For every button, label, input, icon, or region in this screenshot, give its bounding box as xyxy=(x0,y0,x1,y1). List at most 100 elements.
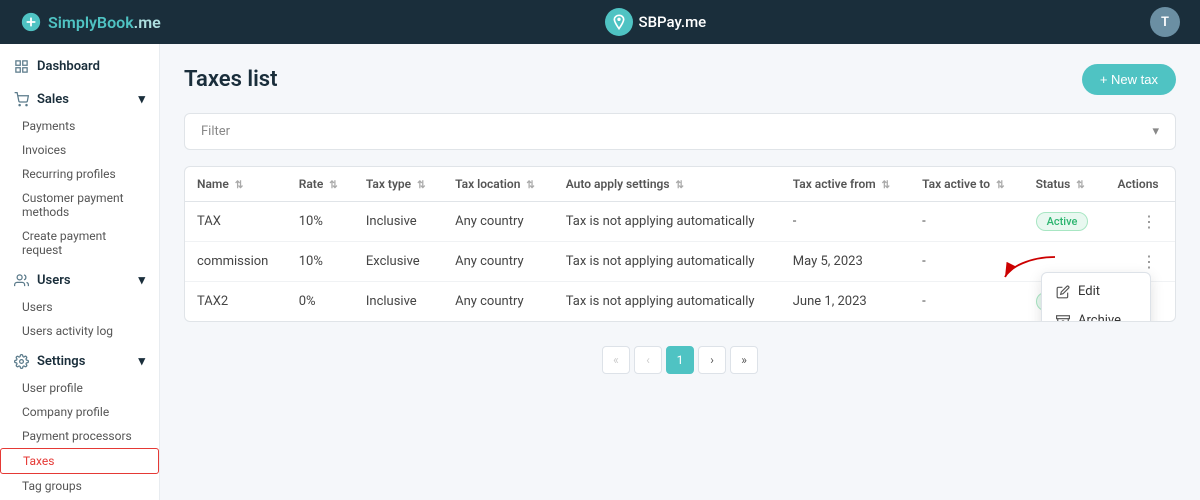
pagination-prev[interactable]: ‹ xyxy=(634,346,662,374)
sort-icon: ⇅ xyxy=(526,180,534,191)
cell-auto-apply: Tax is not applying automatically xyxy=(554,242,781,282)
col-tax-location[interactable]: Tax location ⇅ xyxy=(443,167,554,202)
archive-action[interactable]: Archive xyxy=(1042,306,1150,322)
sidebar-item-payments[interactable]: Payments xyxy=(0,114,159,138)
sidebar-item-invoices[interactable]: Invoices xyxy=(0,138,159,162)
table-row: TAX2 0% Inclusive Any country Tax is not… xyxy=(185,282,1175,322)
sort-icon: ⇅ xyxy=(882,180,890,191)
actions-dropdown: Edit Archive xyxy=(1041,272,1151,322)
sort-icon: ⇅ xyxy=(1076,180,1084,191)
cell-rate: 0% xyxy=(287,282,354,322)
logo[interactable]: SimplyBook.me xyxy=(20,11,161,33)
table-row: TAX 10% Inclusive Any country Tax is not… xyxy=(185,202,1175,242)
col-rate[interactable]: Rate ⇅ xyxy=(287,167,354,202)
dashboard-icon xyxy=(14,59,29,74)
main-content: Taxes list + New tax Filter ▾ Name ⇅ Rat… xyxy=(160,44,1200,500)
cell-rate: 10% xyxy=(287,242,354,282)
chevron-down-icon: ▾ xyxy=(138,354,145,369)
taxes-table: Name ⇅ Rate ⇅ Tax type ⇅ Tax location ⇅ … xyxy=(184,166,1176,322)
col-tax-type[interactable]: Tax type ⇅ xyxy=(354,167,443,202)
sidebar-item-taxes[interactable]: Taxes xyxy=(0,448,159,474)
pagination-current[interactable]: 1 xyxy=(666,346,694,374)
edit-action[interactable]: Edit xyxy=(1042,277,1150,306)
sidebar-item-payment-processors[interactable]: Payment processors xyxy=(0,424,159,448)
chevron-down-icon: ▾ xyxy=(138,92,145,107)
col-active-to[interactable]: Tax active to ⇅ xyxy=(910,167,1023,202)
cell-active-from: June 1, 2023 xyxy=(781,282,910,322)
edit-label: Edit xyxy=(1078,284,1100,299)
col-active-from[interactable]: Tax active from ⇅ xyxy=(781,167,910,202)
row-actions-button[interactable]: ⋮ xyxy=(1135,250,1163,273)
edit-icon xyxy=(1056,285,1070,299)
sidebar-item-recurring[interactable]: Recurring profiles xyxy=(0,162,159,186)
cell-name: TAX2 xyxy=(185,282,287,322)
sidebar-section-dashboard: Dashboard xyxy=(0,52,159,81)
sidebar-users-label: Users xyxy=(37,273,71,288)
logo-text: SimplyBook.me xyxy=(48,13,161,32)
cell-active-from: May 5, 2023 xyxy=(781,242,910,282)
chevron-down-icon: ▾ xyxy=(138,273,145,288)
pagination: « ‹ 1 › » xyxy=(184,338,1176,382)
filter-chevron-icon: ▾ xyxy=(1152,124,1159,139)
cell-tax-type: Inclusive xyxy=(354,202,443,242)
cell-actions: ⋮ xyxy=(1106,202,1176,242)
sidebar: Dashboard Sales ▾ Payments Invoices Recu… xyxy=(0,44,160,500)
filter-bar[interactable]: Filter ▾ xyxy=(184,113,1176,150)
pagination-first[interactable]: « xyxy=(602,346,630,374)
sort-icon: ⇅ xyxy=(676,180,684,191)
sidebar-item-tag-groups[interactable]: Tag groups xyxy=(0,474,159,498)
sidebar-item-dashboard[interactable]: Dashboard xyxy=(0,52,159,81)
sidebar-item-create-payment[interactable]: Create payment request xyxy=(0,224,159,262)
sort-icon: ⇅ xyxy=(329,180,337,191)
sidebar-item-user-profile[interactable]: User profile xyxy=(0,376,159,400)
cell-active-to: - xyxy=(910,242,1023,282)
page-title: Taxes list xyxy=(184,67,277,92)
main-layout: Dashboard Sales ▾ Payments Invoices Recu… xyxy=(0,44,1200,500)
sort-icon: ⇅ xyxy=(235,180,243,191)
sort-icon: ⇅ xyxy=(417,180,425,191)
sbpay-label: SBPay.me xyxy=(639,13,707,31)
archive-icon xyxy=(1056,314,1070,323)
new-tax-button[interactable]: + New tax xyxy=(1082,64,1176,95)
sidebar-item-activity-log[interactable]: Users activity log xyxy=(0,319,159,343)
user-avatar[interactable]: T xyxy=(1150,7,1180,37)
top-navigation: SimplyBook.me SBPay.me T xyxy=(0,0,1200,44)
sidebar-header-settings[interactable]: Settings ▾ xyxy=(0,347,159,376)
cell-name: TAX xyxy=(185,202,287,242)
settings-icon xyxy=(14,354,29,369)
sidebar-header-sales[interactable]: Sales ▾ xyxy=(0,85,159,114)
cell-actions: ⋮ Edit Archive xyxy=(1106,242,1176,282)
filter-label: Filter xyxy=(201,124,230,139)
cell-tax-type: Exclusive xyxy=(354,242,443,282)
pagination-last[interactable]: » xyxy=(730,346,758,374)
cell-status: Active xyxy=(1024,202,1106,242)
sort-icon: ⇅ xyxy=(996,180,1004,191)
table-row: commission 10% Exclusive Any country Tax… xyxy=(185,242,1175,282)
row-actions-button[interactable]: ⋮ xyxy=(1135,210,1163,233)
brand-center: SBPay.me xyxy=(605,8,707,36)
sidebar-section-settings: Settings ▾ User profile Company profile … xyxy=(0,347,159,498)
sidebar-item-company-profile[interactable]: Company profile xyxy=(0,400,159,424)
sidebar-settings-label: Settings xyxy=(37,354,85,369)
pagination-next[interactable]: › xyxy=(698,346,726,374)
sidebar-section-users: Users ▾ Users Users activity log xyxy=(0,266,159,343)
cell-auto-apply: Tax is not applying automatically xyxy=(554,202,781,242)
sidebar-item-customer-payment[interactable]: Customer payment methods xyxy=(0,186,159,224)
cell-auto-apply: Tax is not applying automatically xyxy=(554,282,781,322)
col-name[interactable]: Name ⇅ xyxy=(185,167,287,202)
col-auto-apply[interactable]: Auto apply settings ⇅ xyxy=(554,167,781,202)
sidebar-item-users[interactable]: Users xyxy=(0,295,159,319)
cell-tax-type: Inclusive xyxy=(354,282,443,322)
sidebar-sales-label: Sales xyxy=(37,92,69,107)
cell-rate: 10% xyxy=(287,202,354,242)
sales-icon xyxy=(14,92,29,107)
col-actions: Actions xyxy=(1106,167,1176,202)
cell-tax-location: Any country xyxy=(443,242,554,282)
archive-label: Archive xyxy=(1078,313,1121,322)
sidebar-dashboard-label: Dashboard xyxy=(37,59,100,74)
sidebar-header-users[interactable]: Users ▾ xyxy=(0,266,159,295)
sbpay-icon xyxy=(605,8,633,36)
users-icon xyxy=(14,273,29,288)
col-status[interactable]: Status ⇅ xyxy=(1024,167,1106,202)
cell-active-to: - xyxy=(910,282,1023,322)
